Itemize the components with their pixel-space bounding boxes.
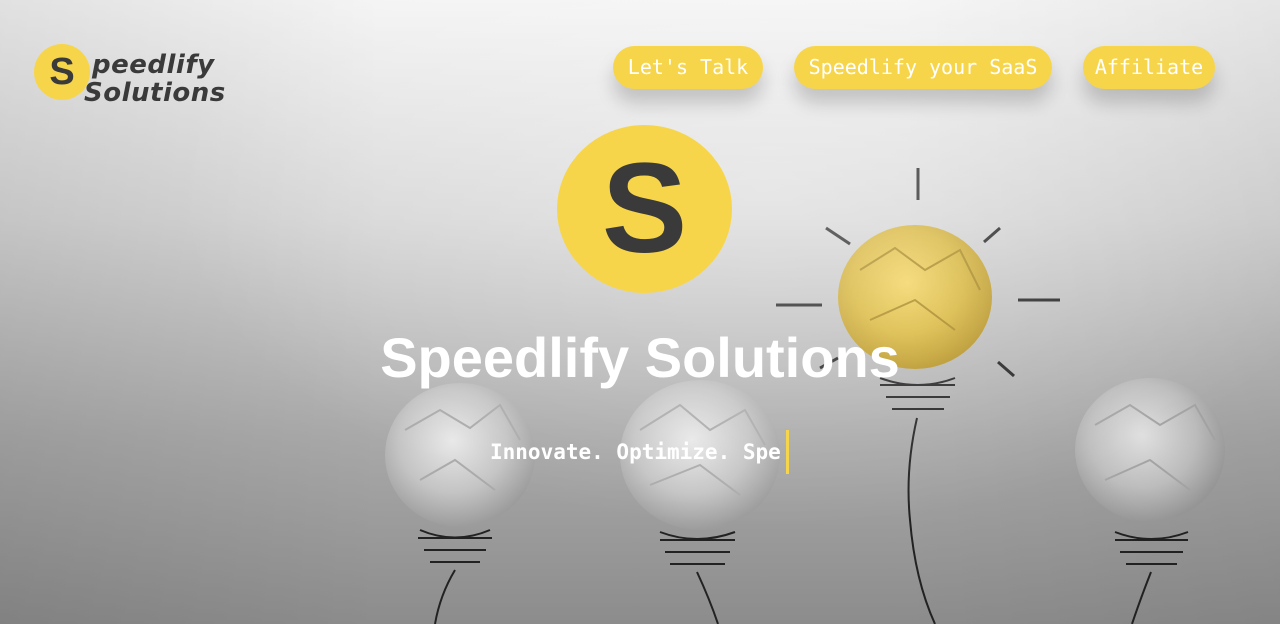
paper-bulb-lit (776, 168, 1060, 624)
nav-lets-talk-button[interactable]: Let's Talk (613, 46, 763, 89)
paper-bulb-1 (385, 383, 535, 624)
site-logo[interactable]: S peedlify Solutions (34, 44, 264, 108)
typing-caret (786, 430, 789, 474)
logo-text-line2: Solutions (84, 78, 226, 108)
nav-speedlify-saas-button[interactable]: Speedlify your SaaS (794, 46, 1052, 89)
nav-affiliate-button[interactable]: Affiliate (1083, 46, 1215, 89)
paper-bulb-4 (1075, 378, 1225, 624)
logo-letter: S (49, 51, 75, 93)
logo-text-line1: peedlify (92, 50, 215, 80)
hero-tagline: Innovate. Optimize. Spe (490, 440, 781, 464)
paper-bulb-2 (620, 380, 780, 624)
hero-emblem-letter: S (601, 137, 688, 280)
hero-title: Speedlify Solutions (380, 326, 900, 389)
